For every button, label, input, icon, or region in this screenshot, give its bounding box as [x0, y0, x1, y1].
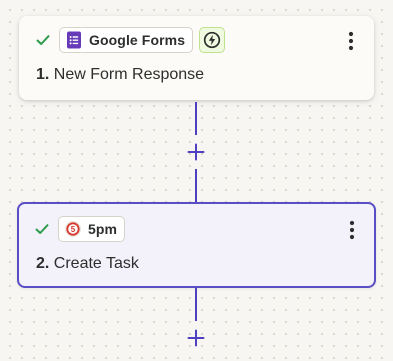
lightning-icon	[199, 27, 226, 53]
svg-text:5: 5	[71, 225, 76, 234]
step-header: 5 5pm	[34, 215, 126, 243]
google-forms-icon	[65, 31, 83, 49]
more-vertical-icon[interactable]	[344, 30, 358, 52]
connector-line	[195, 288, 197, 321]
connector-line	[195, 169, 197, 202]
add-step-button[interactable]	[184, 140, 208, 164]
plus-icon	[187, 329, 205, 347]
app-chip-google-forms[interactable]: Google Forms	[59, 27, 194, 53]
check-icon	[34, 221, 50, 237]
workflow-canvas: Google Forms 1. New Form Response 5 5pm …	[0, 0, 393, 361]
app-name: Google Forms	[89, 32, 186, 48]
step-card-trigger[interactable]: Google Forms 1. New Form Response	[19, 16, 374, 100]
5pm-logo-icon: 5	[64, 220, 82, 238]
step-card-action[interactable]: 5 5pm 2. Create Task	[17, 202, 376, 288]
step-number: 1.	[36, 66, 50, 83]
add-step-button[interactable]	[184, 326, 208, 350]
app-name: 5pm	[88, 221, 118, 237]
step-number: 2.	[36, 255, 50, 272]
plus-icon	[187, 143, 205, 161]
check-icon	[35, 32, 51, 48]
step-title: 1. New Form Response	[36, 66, 204, 84]
connector-line	[195, 102, 197, 135]
step-title: 2. Create Task	[36, 255, 139, 273]
step-name: New Form Response	[53, 66, 205, 83]
step-header: Google Forms	[35, 26, 226, 54]
step-name: Create Task	[53, 255, 139, 272]
app-chip-5pm[interactable]: 5 5pm	[58, 216, 126, 242]
more-vertical-icon[interactable]	[345, 219, 359, 241]
